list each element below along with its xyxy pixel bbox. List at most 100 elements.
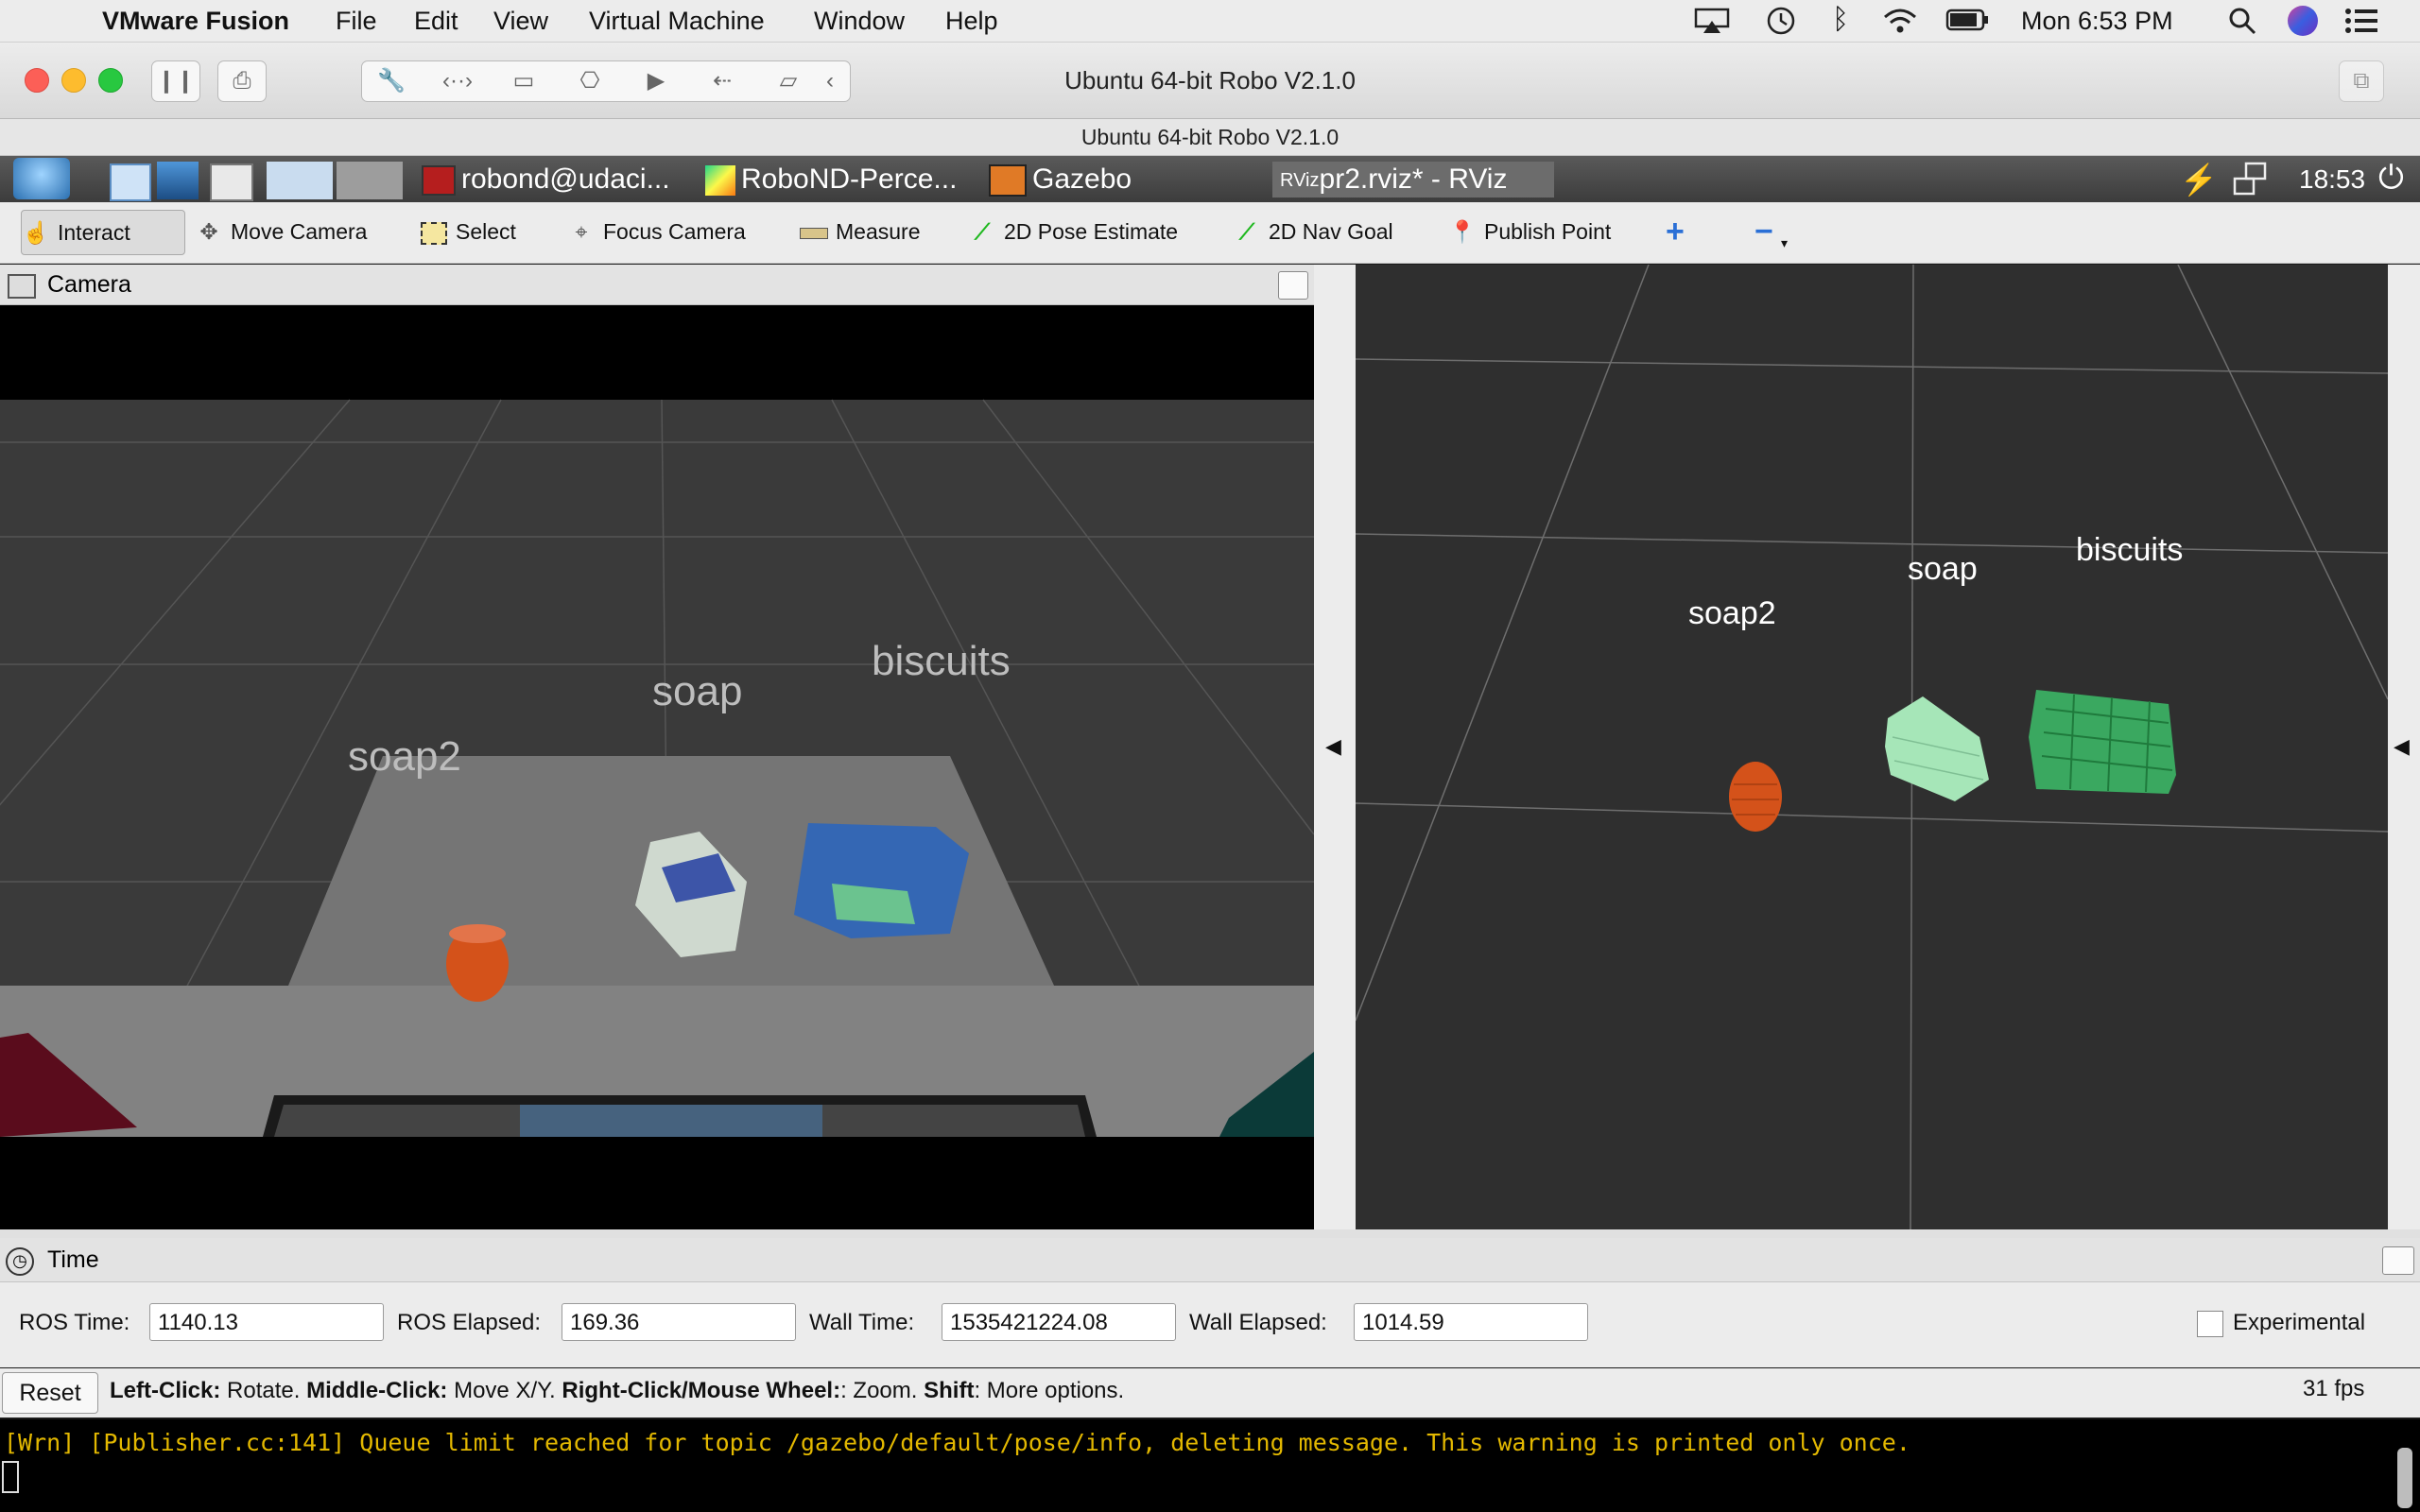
3d-soap-cloud: [1885, 696, 1989, 801]
task-rviz-label: pr2.rviz* - RViz: [1319, 163, 1508, 195]
menu-edit[interactable]: Edit: [414, 7, 458, 36]
mac-menubar: VMware Fusion File Edit View Virtual Mac…: [0, 0, 2420, 43]
3d-label-soap: soap: [1908, 551, 1978, 587]
hint-left-click-key: Left-Click:: [110, 1378, 221, 1403]
panel-splitter[interactable]: ◀: [1314, 265, 1356, 1229]
tool-focus-camera[interactable]: ⌖ Focus Camera: [567, 210, 746, 253]
collapse-left-arrow-icon[interactable]: ◀: [1325, 734, 1341, 759]
right-dock-strip[interactable]: ◀: [2388, 265, 2420, 1229]
tool-2d-nav-goal-label: 2D Nav Goal: [1269, 219, 1393, 244]
camera-panel-icon: [8, 274, 36, 299]
menu-window[interactable]: Window: [814, 7, 905, 36]
camera-image[interactable]: soap2 soap biscuits: [0, 305, 1314, 1229]
hint-right-click-key: Right-Click/Mouse Wheel:: [562, 1378, 841, 1403]
bluetooth-icon[interactable]: ᛒ: [1832, 4, 1849, 36]
network-indicator-icon[interactable]: [2231, 162, 2269, 205]
move-camera-icon: ✥: [199, 219, 218, 244]
files-icon[interactable]: [110, 163, 151, 201]
battery-icon[interactable]: [1945, 8, 1991, 41]
tool-select[interactable]: Select: [420, 210, 516, 253]
tool-2d-nav-goal[interactable]: ⟋ 2D Nav Goal: [1233, 210, 1393, 253]
tool-select-label: Select: [456, 219, 516, 244]
menu-help[interactable]: Help: [945, 7, 998, 36]
hint-left-click-text: Rotate.: [227, 1378, 301, 1403]
workspace-1-icon[interactable]: [267, 162, 333, 199]
time-panel-float-button[interactable]: [2382, 1246, 2414, 1275]
power-bolt-icon[interactable]: ⚡: [2180, 162, 2218, 198]
siri-icon[interactable]: [2288, 6, 2318, 36]
hint-middle-click-key: Middle-Click:: [306, 1378, 448, 1403]
task-gazebo-label: Gazebo: [1032, 163, 1132, 195]
tool-publish-point-label: Publish Point: [1484, 219, 1612, 244]
remove-tool-minus-icon[interactable]: −: [1754, 210, 1773, 253]
camera-biscuits-object: [794, 823, 969, 938]
tool-measure[interactable]: Measure: [800, 210, 920, 253]
rviz-3d-view[interactable]: soap2 soap biscuits: [1356, 265, 2388, 1229]
tool-2d-pose-estimate[interactable]: ⟋ 2D Pose Estimate: [968, 210, 1178, 253]
3d-soap2-cloud: [1729, 762, 1782, 832]
experimental-checkbox[interactable]: [2197, 1311, 2223, 1337]
horizontal-splitter[interactable]: [0, 1229, 2420, 1238]
terminal-scrollbar[interactable]: [2397, 1448, 2412, 1508]
task-pycharm[interactable]: RoboND-Perce...: [705, 162, 957, 198]
ros-elapsed-field[interactable]: 169.36: [562, 1303, 796, 1341]
ros-time-field[interactable]: 1140.13: [149, 1303, 384, 1341]
fullscreen-button[interactable]: ⧉: [2339, 60, 2384, 102]
collapse-right-arrow-icon[interactable]: ◀: [2394, 734, 2410, 759]
wall-elapsed-field[interactable]: 1014.59: [1354, 1303, 1588, 1341]
camera-soap2-object: [446, 924, 509, 1002]
tool-dropdown-chevron-icon[interactable]: ▾: [1781, 221, 1788, 265]
window-icon[interactable]: [210, 163, 253, 201]
notification-center-icon[interactable]: [2344, 8, 2378, 41]
wall-time-label: Wall Time:: [809, 1310, 915, 1335]
camera-scene: [0, 399, 1314, 1229]
3d-label-biscuits: biscuits: [2076, 532, 2184, 568]
gazebo-icon: [989, 164, 1027, 198]
ubuntu-panel: robond@udaci... RoboND-Perce... Gazebo R…: [0, 156, 2420, 202]
task-rviz[interactable]: RVizpr2.rviz* - RViz: [1272, 162, 1554, 198]
tool-interact[interactable]: ☝ Interact: [21, 210, 185, 255]
launcher-logo-icon[interactable]: [13, 158, 70, 199]
camera-label-biscuits: biscuits: [872, 638, 1011, 684]
time-panel-body: ROS Time: 1140.13 ROS Elapsed: 169.36 Wa…: [0, 1282, 2420, 1367]
shutdown-icon[interactable]: ⏻: [2378, 160, 2404, 197]
task-terminal[interactable]: robond@udaci...: [422, 162, 670, 198]
tool-2d-pose-estimate-label: 2D Pose Estimate: [1004, 219, 1179, 244]
airplay-icon[interactable]: [1694, 8, 1730, 34]
add-tool-plus-icon[interactable]: +: [1666, 210, 1685, 253]
tool-publish-point[interactable]: 📍 Publish Point: [1448, 210, 1612, 253]
spotlight-search-icon[interactable]: [2227, 6, 2257, 43]
3d-scene: [1356, 265, 2388, 1229]
desktop-icon[interactable]: [157, 162, 199, 199]
workspace-2-icon[interactable]: [337, 162, 403, 199]
menu-virtual-machine[interactable]: Virtual Machine: [589, 7, 765, 36]
app-menu[interactable]: VMware Fusion: [102, 7, 289, 36]
hint-middle-click-text: Move X/Y.: [454, 1378, 556, 1403]
terminal-output[interactable]: [Wrn] [Publisher.cc:141] Queue limit rea…: [0, 1419, 2420, 1512]
menubar-clock[interactable]: Mon 6:53 PM: [2021, 7, 2173, 36]
focus-camera-icon: ⌖: [575, 219, 588, 244]
tool-move-camera-label: Move Camera: [231, 219, 368, 244]
panel-clock[interactable]: 18:53: [2299, 162, 2365, 198]
camera-panel-float-button[interactable]: [1278, 271, 1308, 300]
reset-button[interactable]: Reset: [2, 1372, 98, 1414]
terminal-cursor: [2, 1461, 19, 1493]
time-panel-header: ◷ Time: [0, 1238, 2420, 1282]
time-machine-icon[interactable]: [1764, 6, 1798, 43]
3d-biscuits-cloud: [2029, 690, 2176, 794]
task-gazebo[interactable]: Gazebo: [989, 162, 1132, 198]
menu-file[interactable]: File: [336, 7, 377, 36]
hint-shift-text: : More options.: [974, 1378, 1125, 1403]
wall-time-field[interactable]: 1535421224.08: [942, 1303, 1176, 1341]
pycharm-icon: [705, 165, 735, 197]
menu-view[interactable]: View: [493, 7, 548, 36]
camera-label-soap2: soap2: [348, 733, 461, 780]
wifi-icon[interactable]: [1881, 6, 1919, 43]
camera-label-soap: soap: [652, 668, 743, 714]
clock-icon: ◷: [6, 1247, 34, 1276]
tool-move-camera[interactable]: ✥ Move Camera: [195, 210, 367, 253]
rviz-toolbar: ☝ Interact ✥ Move Camera Select ⌖ Focus Cam…: [0, 202, 2420, 264]
terminal-warning-line: [Wrn] [Publisher.cc:141] Queue limit rea…: [4, 1429, 1910, 1456]
hand-icon: ☝: [22, 220, 50, 245]
camera-panel-header: Camera: [0, 265, 1314, 305]
